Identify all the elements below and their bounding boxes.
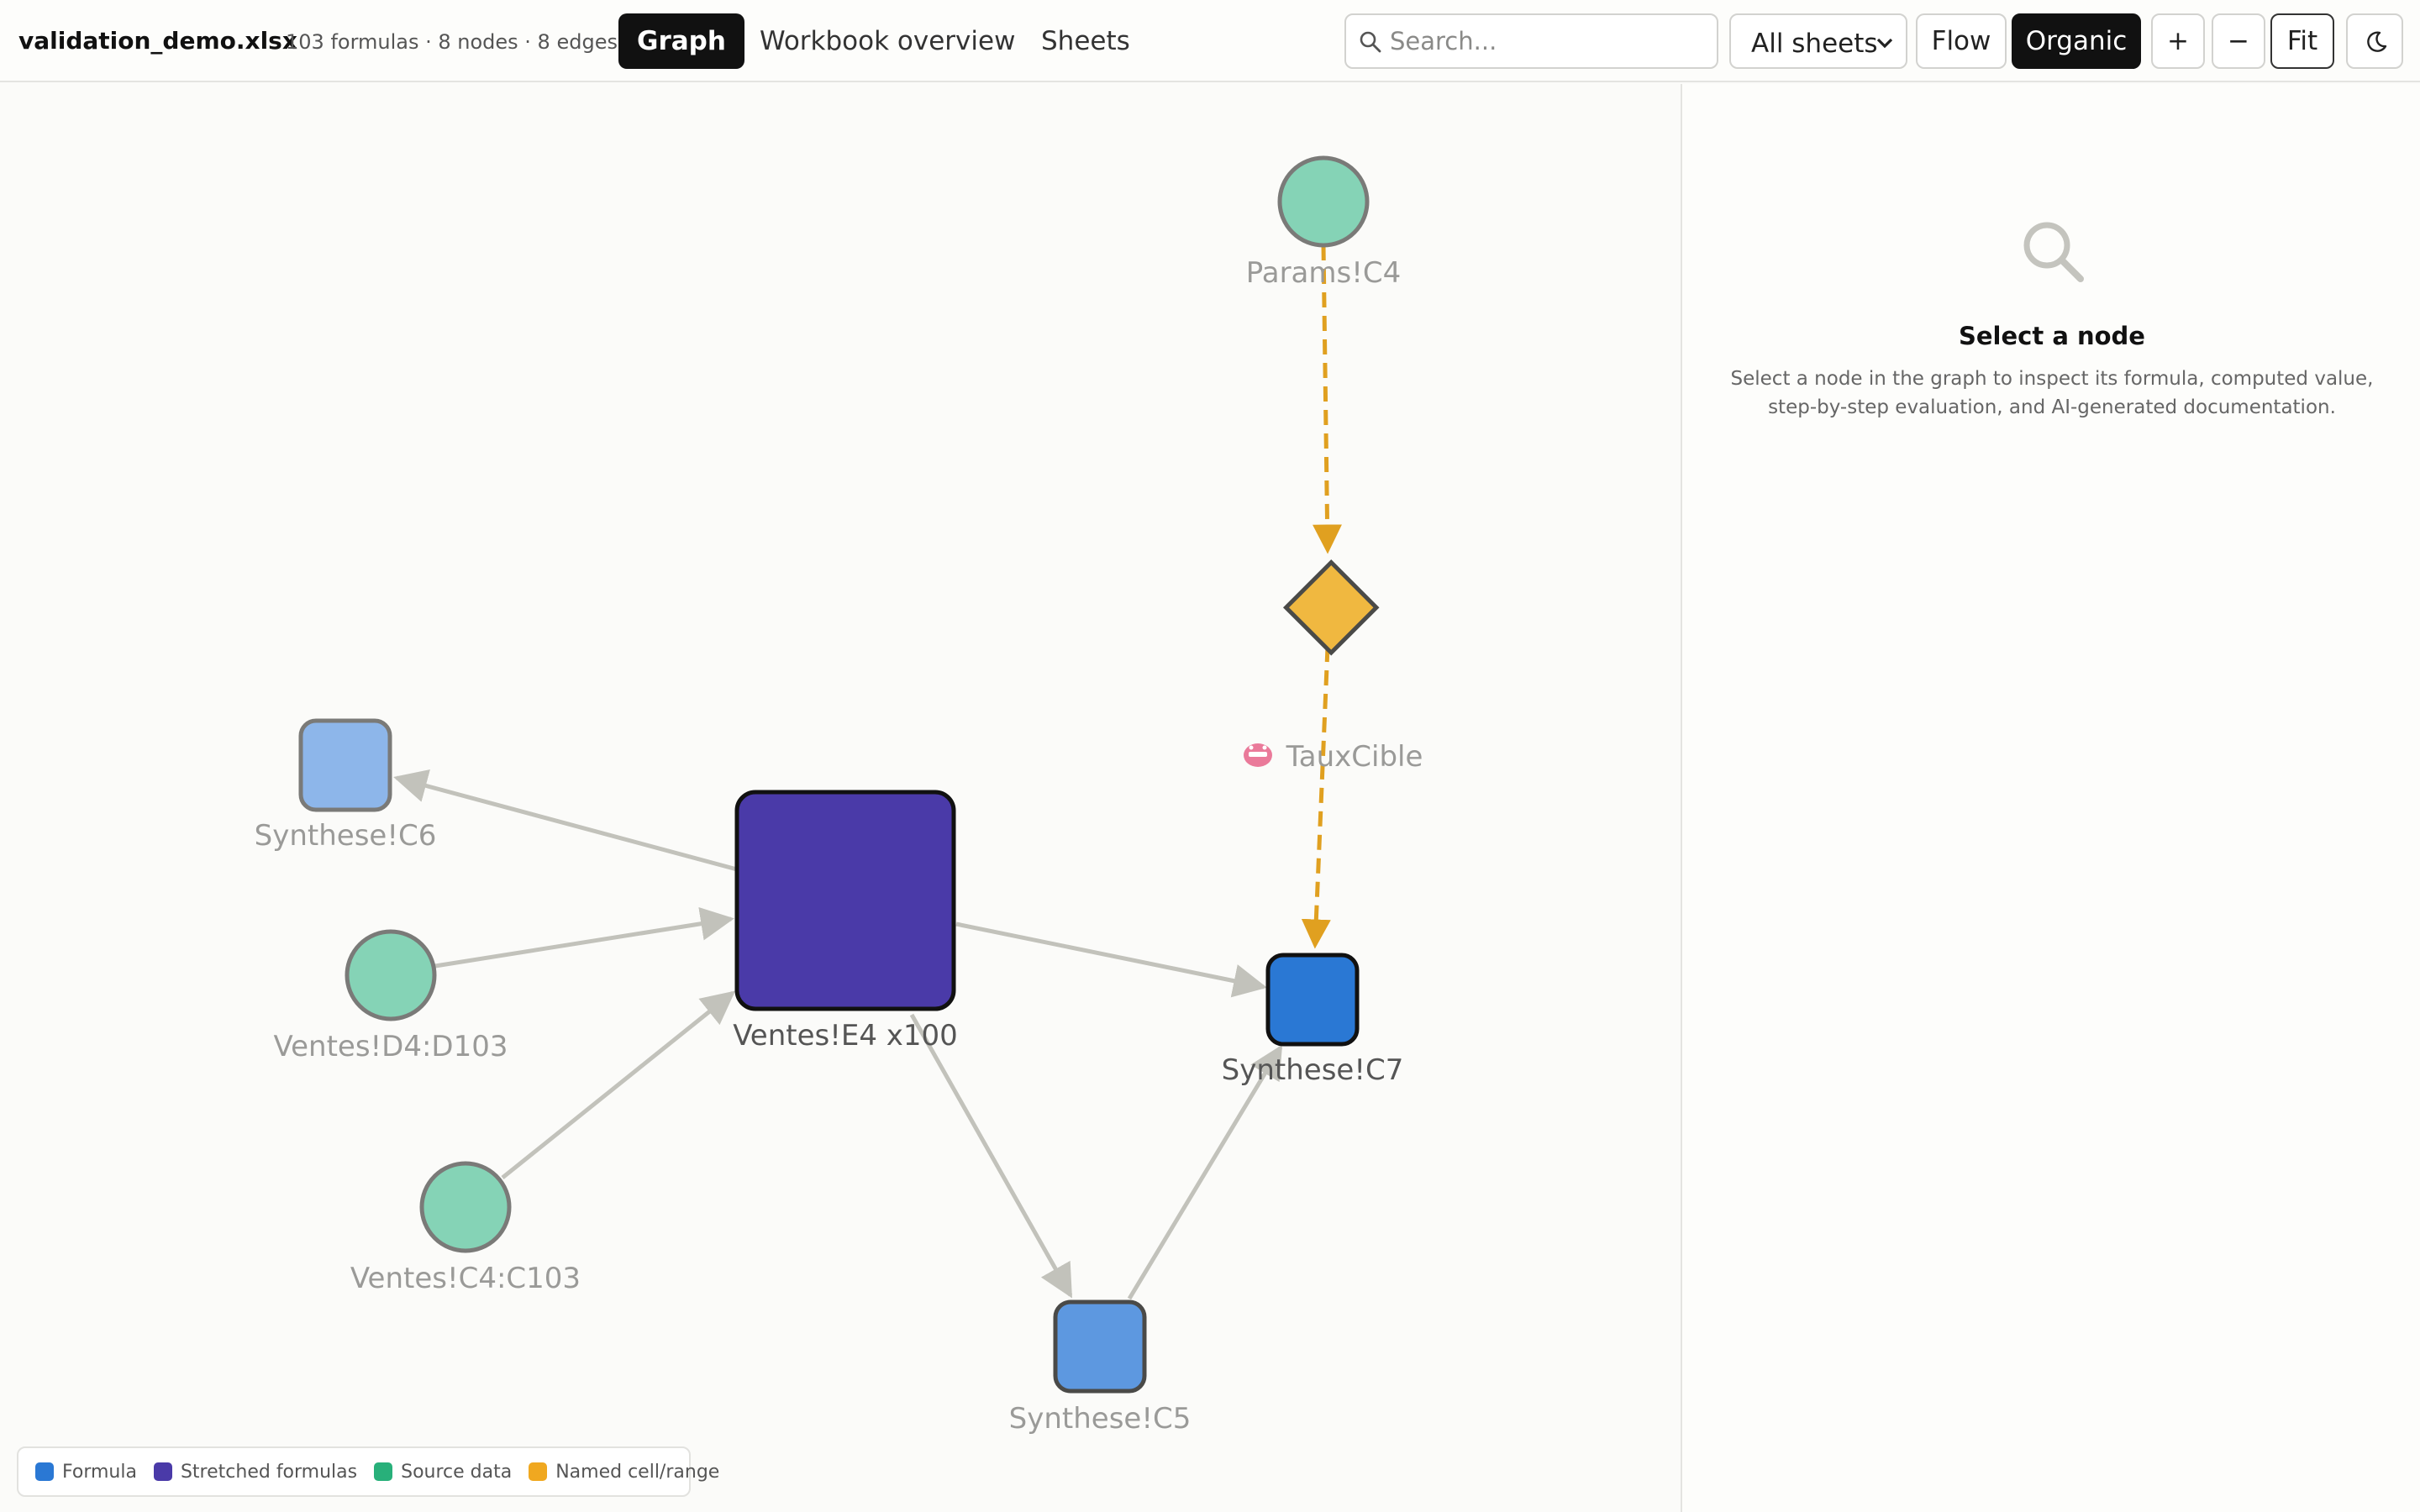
layout-organic-button[interactable]: Organic	[2012, 13, 2141, 69]
node-label-ventes-d4: Ventes!D4:D103	[273, 1030, 508, 1063]
node-label-params-c4: Params!C4	[1246, 256, 1401, 290]
legend-swatch	[153, 1462, 172, 1481]
mask-icon	[1244, 743, 1272, 767]
edge-tauxcible-to-synthese-c7	[1301, 646, 1331, 949]
layout-flow-button[interactable]: Flow	[1916, 13, 2007, 69]
zoom-in-button[interactable]: +	[2151, 13, 2205, 69]
node-synthese-c6[interactable]	[298, 718, 392, 812]
legend-label: Named cell/range	[555, 1461, 720, 1483]
legend-item-stretched: Stretched formulas	[153, 1461, 358, 1483]
graph-legend: Formula Stretched formulas Source data N…	[17, 1446, 719, 1497]
sheet-filter-select[interactable]: All sheets	[1729, 13, 1907, 69]
panel-title: Select a node	[1959, 322, 2145, 350]
edge-params-c4-to-tauxcible	[1313, 244, 1343, 554]
inspector-panel: Select a node Select a node in the graph…	[1681, 84, 2420, 1512]
node-label-ventes-e4: Ventes!E4 x100	[733, 1019, 958, 1053]
zoom-out-button[interactable]: −	[2212, 13, 2265, 69]
file-name: validation_demo.xlsx	[18, 27, 297, 55]
tab-sheets[interactable]: Sheets	[1041, 13, 1130, 69]
node-synthese-c5[interactable]	[1053, 1299, 1147, 1394]
legend-item-formula: Formula	[35, 1462, 137, 1483]
edge-ventes-c4-to-ventes-e4	[501, 990, 736, 1179]
node-label-synthese-c5: Synthese!C5	[1009, 1402, 1192, 1436]
fit-button[interactable]: Fit	[2270, 13, 2334, 69]
chevron-down-icon	[1876, 38, 1893, 49]
node-label-tauxcible: TauxCible	[1286, 740, 1423, 774]
node-ventes-e4[interactable]	[734, 790, 956, 1011]
legend-label: Source data	[401, 1461, 513, 1483]
legend-label: Stretched formulas	[180, 1461, 358, 1483]
search-input[interactable]	[1390, 22, 1709, 60]
dependency-graph[interactable]: Params!C4 TauxCible Synthese!C6 Ventes!E…	[0, 84, 1681, 1512]
tab-graph[interactable]: Graph	[618, 13, 744, 69]
moon-icon	[2367, 31, 2387, 52]
legend-swatch	[374, 1462, 393, 1481]
node-label-synthese-c6: Synthese!C6	[255, 819, 437, 853]
sheet-filter-value: All sheets	[1751, 29, 1878, 59]
node-synthese-c7[interactable]	[1265, 953, 1360, 1047]
edge-ventes-e4-to-synthese-c7	[955, 921, 1267, 998]
node-ventes-d4[interactable]	[345, 929, 437, 1021]
graph-canvas[interactable]: Params!C4 TauxCible Synthese!C6 Ventes!E…	[0, 84, 1681, 1512]
node-tauxcible[interactable]	[1282, 559, 1380, 656]
search-icon	[1360, 31, 1381, 53]
panel-description: Select a node in the graph to inspect it…	[1730, 368, 2374, 418]
theme-toggle-button[interactable]	[2346, 13, 2403, 69]
node-params-c4[interactable]	[1277, 155, 1370, 248]
search-box[interactable]	[1344, 13, 1718, 69]
node-label-synthese-c7: Synthese!C7	[1222, 1053, 1404, 1087]
edge-ventes-d4-to-ventes-e4	[434, 906, 734, 969]
file-stats: 103 formulas · 8 nodes · 8 edges	[286, 30, 618, 54]
edge-ventes-e4-to-synthese-c6	[393, 769, 738, 872]
edge-ventes-e4-to-synthese-c5	[909, 1013, 1073, 1299]
legend-swatch	[529, 1462, 548, 1481]
node-label-ventes-c4: Ventes!C4:C103	[350, 1262, 581, 1295]
tab-workbook-overview[interactable]: Workbook overview	[760, 13, 1015, 69]
legend-swatch	[35, 1462, 54, 1481]
top-bar: validation_demo.xlsx 103 formulas · 8 no…	[0, 0, 2420, 82]
node-ventes-c4[interactable]	[419, 1161, 512, 1253]
legend-label: Formula	[62, 1461, 137, 1483]
magnifier-icon	[2023, 222, 2084, 282]
legend-item-source: Source data	[374, 1462, 512, 1483]
legend-item-named: Named cell/range	[529, 1462, 719, 1483]
